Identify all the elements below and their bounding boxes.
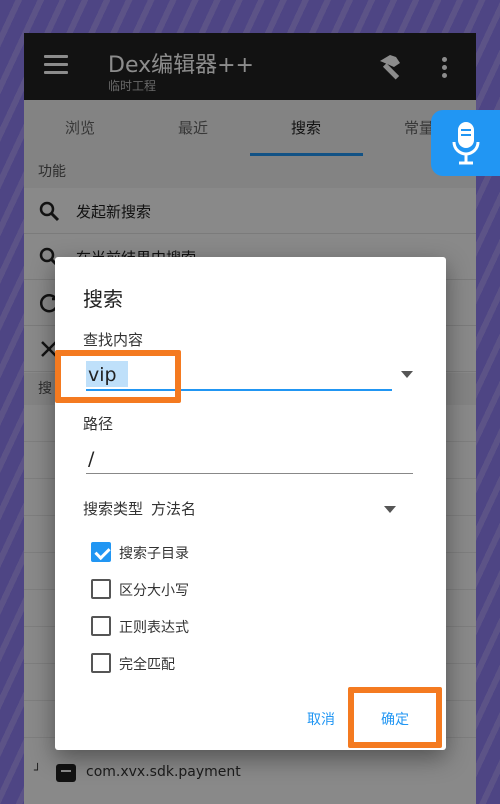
search-type-value: 方法名 xyxy=(151,500,197,518)
annotation-highlight-input xyxy=(55,350,181,403)
option-label: 区分大小写 xyxy=(119,583,189,599)
search-type-dropdown-icon[interactable] xyxy=(384,506,396,513)
history-dropdown-icon[interactable] xyxy=(401,371,413,378)
microphone-icon xyxy=(452,122,480,165)
voice-input-button[interactable] xyxy=(431,110,500,176)
search-dialog: 搜索 查找内容 路径 搜索类型方法名 搜索子目录 区分大小写 正则表达式 完全匹… xyxy=(55,257,446,750)
checkbox-icon[interactable] xyxy=(91,653,111,673)
checkbox-icon[interactable] xyxy=(91,579,111,599)
option-label: 搜索子目录 xyxy=(119,546,189,562)
cancel-button[interactable]: 取消 xyxy=(295,707,347,731)
option-label: 完全匹配 xyxy=(119,657,175,673)
annotation-highlight-ok xyxy=(348,687,442,748)
content-label: 查找内容 xyxy=(83,331,144,349)
path-input-underline xyxy=(86,473,413,474)
dialog-title: 搜索 xyxy=(83,287,123,311)
path-label: 路径 xyxy=(83,415,114,433)
search-type-label: 搜索类型 xyxy=(83,500,144,518)
checkbox-checked-icon[interactable] xyxy=(91,542,111,562)
option-label: 正则表达式 xyxy=(119,620,189,636)
checkbox-icon[interactable] xyxy=(91,616,111,636)
search-type-row[interactable]: 搜索类型 方法名 xyxy=(83,498,196,519)
path-input[interactable] xyxy=(86,445,406,473)
